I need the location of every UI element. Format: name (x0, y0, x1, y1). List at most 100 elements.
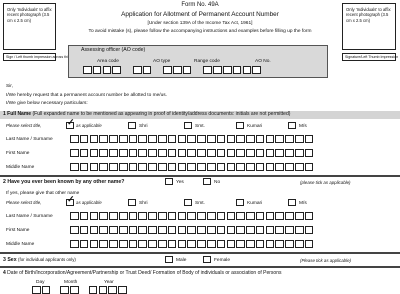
char-cell[interactable] (275, 240, 284, 249)
char-cell[interactable] (294, 163, 304, 172)
s2-checkbox-ms[interactable] (288, 199, 296, 206)
char-cell[interactable] (128, 149, 138, 158)
char-cell[interactable] (236, 226, 245, 235)
char-cell[interactable] (128, 163, 138, 172)
char-cell[interactable] (265, 212, 275, 221)
char-cell[interactable] (294, 226, 304, 235)
char-cell[interactable] (294, 212, 304, 221)
char-cell[interactable] (226, 226, 236, 235)
char-cell[interactable] (177, 226, 187, 235)
char-cell[interactable] (109, 135, 118, 144)
char-cell[interactable] (177, 212, 187, 221)
char-cell[interactable] (148, 240, 157, 249)
char-cell[interactable] (167, 149, 177, 158)
char-cell[interactable] (246, 163, 255, 172)
char-cell[interactable] (187, 163, 196, 172)
char-cell[interactable] (138, 240, 148, 249)
s1-last-name-cells[interactable] (70, 135, 314, 144)
char-cell[interactable] (187, 149, 196, 158)
char-cell[interactable] (89, 135, 99, 144)
char-cell[interactable] (294, 135, 304, 144)
char-cell[interactable] (197, 226, 206, 235)
char-cell[interactable] (275, 226, 284, 235)
char-cell[interactable] (236, 163, 245, 172)
char-cell[interactable] (148, 212, 157, 221)
s2-first-name-cells[interactable] (70, 226, 314, 235)
s1-checkbox-shri[interactable] (128, 122, 136, 129)
char-cell[interactable] (99, 226, 108, 235)
s1-checkbox-ms[interactable] (288, 122, 296, 129)
char-cell[interactable] (255, 135, 265, 144)
char-cell[interactable] (187, 240, 196, 249)
char-cell[interactable] (109, 163, 118, 172)
char-cell[interactable] (304, 212, 314, 221)
char-cell[interactable] (138, 149, 148, 158)
char-cell[interactable] (148, 135, 157, 144)
char-cell[interactable] (79, 135, 89, 144)
char-cell[interactable] (167, 226, 177, 235)
char-cell[interactable] (304, 149, 314, 158)
char-cell[interactable] (70, 240, 79, 249)
char-cell[interactable] (246, 240, 255, 249)
char-cell[interactable] (158, 135, 167, 144)
char-cell[interactable] (70, 135, 79, 144)
char-cell[interactable] (216, 149, 226, 158)
char-cell[interactable] (177, 135, 187, 144)
char-cell[interactable] (206, 240, 216, 249)
s2-no-checkbox[interactable] (203, 178, 211, 185)
char-cell[interactable] (285, 135, 294, 144)
char-cell[interactable] (197, 212, 206, 221)
ao-code-cells[interactable] (83, 66, 262, 75)
char-cell[interactable] (109, 212, 118, 221)
char-cell[interactable] (285, 149, 294, 158)
char-cell[interactable] (167, 163, 177, 172)
char-cell[interactable] (246, 226, 255, 235)
char-cell[interactable] (265, 149, 275, 158)
char-cell[interactable] (138, 163, 148, 172)
char-cell[interactable] (158, 163, 167, 172)
char-cell[interactable] (89, 149, 99, 158)
char-cell[interactable] (177, 240, 187, 249)
s1-middle-name-cells[interactable] (70, 163, 314, 172)
char-cell[interactable] (236, 135, 245, 144)
char-cell[interactable] (70, 226, 79, 235)
char-cell[interactable] (285, 240, 294, 249)
char-cell[interactable] (118, 135, 128, 144)
char-cell[interactable] (206, 212, 216, 221)
char-cell[interactable] (285, 163, 294, 172)
char-cell[interactable] (246, 135, 255, 144)
char-cell[interactable] (226, 149, 236, 158)
char-cell[interactable] (304, 135, 314, 144)
char-cell[interactable] (216, 240, 226, 249)
char-cell[interactable] (99, 149, 108, 158)
char-cell[interactable] (226, 135, 236, 144)
char-cell[interactable] (158, 240, 167, 249)
char-cell[interactable] (255, 149, 265, 158)
char-cell[interactable] (255, 163, 265, 172)
char-cell[interactable] (177, 163, 187, 172)
char-cell[interactable] (206, 135, 216, 144)
char-cell[interactable] (285, 226, 294, 235)
char-cell[interactable] (197, 135, 206, 144)
char-cell[interactable] (285, 212, 294, 221)
char-cell[interactable] (187, 226, 196, 235)
char-cell[interactable] (89, 163, 99, 172)
char-cell[interactable] (187, 212, 196, 221)
char-cell[interactable] (79, 163, 89, 172)
s2-checkbox-smt[interactable] (184, 199, 192, 206)
char-cell[interactable] (265, 163, 275, 172)
char-cell[interactable] (236, 212, 245, 221)
char-cell[interactable] (99, 212, 108, 221)
char-cell[interactable] (275, 163, 284, 172)
char-cell[interactable] (128, 135, 138, 144)
char-cell[interactable] (197, 240, 206, 249)
char-cell[interactable] (197, 163, 206, 172)
char-cell[interactable] (255, 226, 265, 235)
char-cell[interactable] (109, 240, 118, 249)
char-cell[interactable] (79, 240, 89, 249)
char-cell[interactable] (109, 149, 118, 158)
char-cell[interactable] (118, 163, 128, 172)
char-cell[interactable] (70, 149, 79, 158)
char-cell[interactable] (236, 240, 245, 249)
char-cell[interactable] (138, 135, 148, 144)
